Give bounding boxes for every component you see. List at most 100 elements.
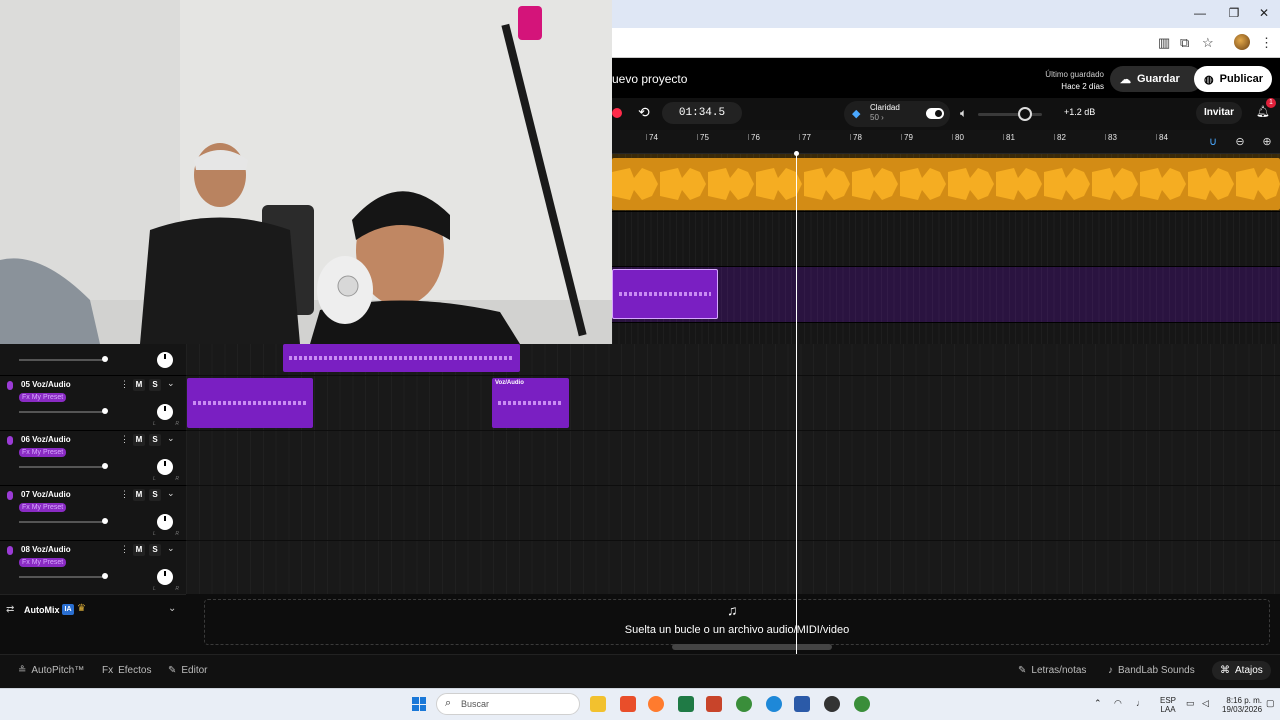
chrome-icon[interactable] [736,696,752,712]
master-volume-slider[interactable] [978,113,1042,116]
profile-avatar[interactable] [1234,34,1250,50]
track-lane[interactable] [612,266,1280,322]
browser-menu-icon[interactable]: ⋮ [1260,35,1273,51]
volume-icon[interactable]: ◁ [1202,698,1209,709]
track-lane[interactable] [612,154,1280,211]
mute-button[interactable]: M [133,434,145,446]
fx-preset-badge[interactable]: Fx My Preset [19,393,67,402]
audio-clip[interactable] [283,344,520,372]
pan-knob[interactable] [157,569,173,585]
audio-clip-selected[interactable] [612,269,718,319]
invite-button[interactable]: Invitar [1196,102,1242,124]
track-lane[interactable] [612,211,1280,266]
autopitch-button[interactable]: ≗ AutoPitch™ [18,665,84,676]
bandlab-sounds-button[interactable]: ♪ BandLab Sounds [1108,665,1195,676]
firefox-icon[interactable] [648,696,664,712]
track-lane[interactable] [612,322,1280,344]
volume-knob[interactable] [102,463,108,469]
track-name[interactable]: 07 Voz/Audio [21,490,71,499]
effects-button[interactable]: Fx Efectos [102,665,151,676]
microphone-icon[interactable]: ♩ [1136,698,1145,708]
install-app-icon[interactable]: ⧉ [1180,35,1189,51]
playhead-handle[interactable] [794,151,799,156]
volume-knob[interactable] [102,408,108,414]
wifi-icon[interactable]: ◠ [1114,698,1122,709]
network-icon[interactable]: ▭ [1186,698,1195,709]
track-header-partial[interactable] [0,344,186,376]
clarity-control[interactable]: ◆ Claridad 50 › [844,101,950,127]
timeline-lower[interactable]: Voz/Audio [186,344,1280,596]
more-options-icon[interactable]: ⋮ [120,379,129,390]
more-options-icon[interactable]: ⋮ [120,489,129,500]
solo-button[interactable]: S [149,379,161,391]
clock[interactable]: 8:16 p. m. 19/03/2026 [1222,696,1262,714]
track-name[interactable]: 08 Voz/Audio [21,545,71,554]
pan-knob[interactable] [157,459,173,475]
lyrics-button[interactable]: ✎ Letras/notas [1018,665,1086,676]
timeline-row[interactable] [186,431,1280,486]
zoom-out-icon[interactable]: ⊖ [1229,135,1251,151]
timeline-ruler[interactable]: 74 75 76 77 78 79 80 81 82 83 84 ∪ ⊖ ⊕ [612,130,1280,154]
volume-slider[interactable] [19,411,105,413]
word-icon[interactable] [794,696,810,712]
volume-slider[interactable] [19,466,105,468]
pan-knob[interactable] [157,514,173,530]
chevron-up-icon[interactable]: ⌃ [1094,698,1102,709]
volume-slider[interactable] [19,359,105,361]
track-header[interactable]: 05 Voz/Audio ⋮ M S ⌄ Fx My Preset LR [0,376,186,431]
beat-clip[interactable] [612,158,1280,210]
chevron-down-icon[interactable]: ⌄ [167,378,175,389]
volume-knob[interactable] [102,518,108,524]
obs-icon[interactable] [824,696,840,712]
volume-knob[interactable] [102,356,108,362]
timeline-row[interactable] [186,486,1280,541]
excel-icon[interactable] [678,696,694,712]
project-title[interactable]: uevo proyecto [612,72,687,86]
speaker-icon[interactable]: 🔈︎ [960,106,967,121]
save-button[interactable]: ☁ Guardar [1110,66,1202,92]
mute-button[interactable]: M [133,489,145,501]
powerpoint-icon[interactable] [706,696,722,712]
chevron-down-icon[interactable]: ⌄ [167,488,175,499]
windows-start-icon[interactable] [412,697,426,711]
more-options-icon[interactable]: ⋮ [120,544,129,555]
shortcuts-button[interactable]: ⌘ Atajos [1212,661,1271,680]
solo-button[interactable]: S [149,489,161,501]
drop-zone[interactable]: ♫ Suelta un bucle o un archivo audio/MID… [186,594,1280,654]
loop-icon[interactable]: ⟲ [638,104,650,121]
file-explorer-icon[interactable] [590,696,606,712]
bookmark-star-icon[interactable]: ☆ [1202,35,1214,51]
volume-slider[interactable] [19,521,105,523]
maximize-button[interactable]: ❐ [1226,6,1242,20]
zoom-in-icon[interactable]: ⊕ [1256,135,1278,151]
brave-browser-icon[interactable] [620,696,636,712]
reading-list-icon[interactable]: ▥ [1158,35,1170,51]
track-header[interactable]: 06 Voz/Audio ⋮ M S ⌄ Fx My Preset LR [0,431,186,486]
playhead[interactable] [796,154,797,654]
mute-button[interactable]: M [133,379,145,391]
record-button[interactable] [612,108,622,118]
track-name[interactable]: 06 Voz/Audio [21,435,71,444]
volume-knob[interactable] [102,573,108,579]
close-window-button[interactable]: ✕ [1256,6,1272,20]
automix-panel[interactable]: ⇄ AutoMix IA ♛ ⌄ [0,594,186,654]
pan-knob[interactable] [157,404,173,420]
audio-clip[interactable]: Voz/Audio [492,378,569,428]
chrome-profile-icon[interactable] [854,696,870,712]
track-header[interactable]: 08 Voz/Audio ⋮ M S ⌄ Fx My Preset LR [0,541,186,596]
horizontal-scrollbar[interactable] [672,644,832,650]
timeline-row[interactable]: Voz/Audio [186,376,1280,431]
volume-slider[interactable] [19,576,105,578]
magnet-snap-icon[interactable]: ∪ [1202,135,1224,151]
timeline-row[interactable] [186,541,1280,596]
fx-preset-badge[interactable]: Fx My Preset [19,503,67,512]
chevron-down-icon[interactable]: ⌄ [167,433,175,444]
master-volume-knob[interactable] [1018,107,1032,121]
mute-button[interactable]: M [133,544,145,556]
solo-button[interactable]: S [149,544,161,556]
fx-preset-badge[interactable]: Fx My Preset [19,558,67,567]
pan-knob[interactable] [157,352,173,368]
solo-button[interactable]: S [149,434,161,446]
taskbar-search[interactable]: ⌕ Buscar [436,693,580,715]
notification-center-icon[interactable]: ▢ [1266,698,1275,709]
